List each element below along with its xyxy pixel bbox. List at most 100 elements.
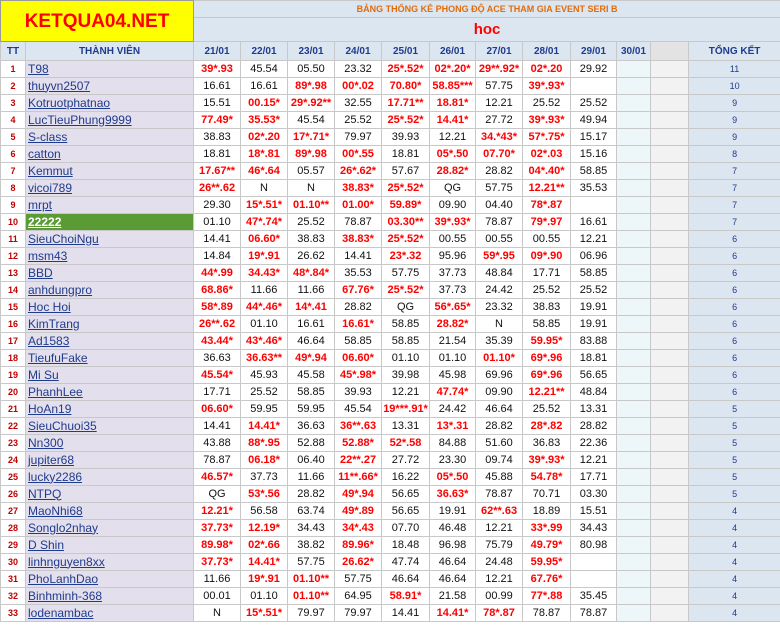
member-name-link[interactable]: Binhminh-368 [24, 587, 195, 605]
member-name-link[interactable]: catton [24, 145, 195, 163]
table-row: 29 D Shin 89.98* 02*.66 38.82 89.96* 18.48 96.9… [0, 536, 780, 554]
result-cell [616, 485, 652, 503]
result-cell [616, 383, 652, 401]
total-cell: 8 [688, 145, 780, 163]
result-cell: 16.22 [381, 468, 431, 486]
member-name-link[interactable]: MaoNhi68 [24, 502, 195, 520]
member-name-link[interactable]: SieuChoiNgu [24, 230, 195, 248]
member-name-link[interactable]: Kotruotphatnao [24, 94, 195, 112]
member-name-link[interactable]: PhoLanhDao [24, 570, 195, 588]
result-cell: 25.52 [334, 111, 383, 129]
member-name-link[interactable]: HoAn19 [24, 400, 195, 418]
member-name-link[interactable]: anhdungpro [24, 281, 195, 299]
member-name-link[interactable]: mrpt [24, 196, 195, 214]
result-cell: 23.30 [429, 451, 477, 469]
result-cell: 12.21* [193, 502, 242, 520]
spacer-cell [650, 77, 690, 95]
member-name-link[interactable]: msm43 [24, 247, 195, 265]
result-cell: 79.97 [287, 604, 336, 622]
result-cell: 12.21 [381, 383, 431, 401]
member-name-link[interactable]: Songlo2nhay [24, 519, 195, 537]
result-cell: 00.55 [429, 230, 477, 248]
table-row: 5 S-class 38.83 02*.20 17*.71* 79.97 39.93 12.2… [0, 128, 780, 146]
result-cell: 45.88 [475, 468, 524, 486]
result-cell: 14.84 [193, 247, 242, 265]
result-cell: 07.70* [475, 145, 524, 163]
header-date: 28/01 [522, 41, 572, 61]
table-row: 10 22222 01.10 47*.74* 25.52 78.87 03.30** 39*.… [0, 213, 780, 231]
row-number: 17 [0, 332, 26, 350]
result-cell: 13.31 [381, 417, 431, 435]
total-cell: 5 [688, 417, 780, 435]
result-cell: 52.88* [334, 434, 383, 452]
result-cell [570, 196, 618, 214]
result-cell: 49*.94 [334, 485, 383, 503]
result-cell: 12.21 [475, 94, 524, 112]
result-cell: 46*.64 [240, 162, 289, 180]
total-cell: 7 [688, 162, 780, 180]
result-cell: 17.71 [570, 468, 618, 486]
result-cell: 56*.65* [429, 298, 477, 316]
spacer-cell [650, 417, 690, 435]
member-name-link[interactable]: linhnguyen8xx [24, 553, 195, 571]
total-cell: 5 [688, 451, 780, 469]
member-name-link[interactable]: thuyvn2507 [24, 77, 195, 95]
member-name-link[interactable]: Mi Su [24, 366, 195, 384]
result-cell: 14.41 [193, 230, 242, 248]
member-name-link[interactable]: Hoc Hoi [24, 298, 195, 316]
member-name-link[interactable]: 22222 [24, 213, 195, 231]
result-cell: 39.93 [334, 383, 383, 401]
result-cell: 22**.27 [334, 451, 383, 469]
header-date: 27/01 [475, 41, 524, 61]
member-name-link[interactable]: SieuChuoi35 [24, 417, 195, 435]
site-logo[interactable]: KETQUA04.NET [0, 0, 195, 42]
result-cell: 00.15* [240, 94, 289, 112]
result-cell [616, 587, 652, 605]
result-cell [616, 247, 652, 265]
result-cell: N [240, 179, 289, 197]
header-date: 30/01 [616, 41, 652, 61]
result-cell: 28*.82 [522, 417, 572, 435]
member-name-link[interactable]: PhanhLee [24, 383, 195, 401]
member-name-link[interactable]: Ad1583 [24, 332, 195, 350]
result-cell: 26**.62 [193, 315, 242, 333]
member-name-link[interactable]: vicoi789 [24, 179, 195, 197]
member-name-link[interactable]: lucky2286 [24, 468, 195, 486]
member-name-link[interactable]: LucTieuPhung9999 [24, 111, 195, 129]
result-cell: 15.51 [193, 94, 242, 112]
member-name-link[interactable]: TieufuFake [24, 349, 195, 367]
table-row: 1 T98 39*.93 45.54 05.50 23.32 25*.52* 02*.20* 2… [0, 60, 780, 78]
table-row: 17 Ad1583 43.44* 43*.46* 46.64 58.85 58.85 21.5… [0, 332, 780, 350]
row-number: 6 [0, 145, 26, 163]
table-row: 23 Nn300 43.88 88*.95 52.88 52.88* 52*.58 84.88… [0, 434, 780, 452]
result-cell: 78.87 [193, 451, 242, 469]
member-name-link[interactable]: Nn300 [24, 434, 195, 452]
member-name-link[interactable]: jupiter68 [24, 451, 195, 469]
result-cell: 25*.52* [381, 60, 431, 78]
member-name-link[interactable]: NTPQ [24, 485, 195, 503]
row-number: 25 [0, 468, 26, 486]
result-cell: 89*.98 [287, 77, 336, 95]
table-row: 12 msm43 14.84 19*.91 26.62 14.41 23*.32 95.96 5… [0, 247, 780, 265]
result-cell: 00*.02 [334, 77, 383, 95]
result-cell: 57.75 [287, 553, 336, 571]
member-name-link[interactable]: BBD [24, 264, 195, 282]
member-name-link[interactable]: S-class [24, 128, 195, 146]
row-number: 30 [0, 553, 26, 571]
member-name-link[interactable]: KimTrang [24, 315, 195, 333]
spacer-cell [650, 298, 690, 316]
row-number: 33 [0, 604, 26, 622]
result-cell: 25.52 [522, 400, 572, 418]
table-row: 8 vicoi789 26**.62 N N 38.83* 25*.52* QG 57.75 12… [0, 179, 780, 197]
total-cell: 4 [688, 502, 780, 520]
result-cell: 19*.91 [240, 570, 289, 588]
member-name-link[interactable]: T98 [24, 60, 195, 78]
member-name-link[interactable]: lodenambac [24, 604, 195, 622]
header-date: 21/01 [193, 41, 242, 61]
result-cell: 39.98 [381, 366, 431, 384]
member-name-link[interactable]: Kemmut [24, 162, 195, 180]
result-cell: 68.86* [193, 281, 242, 299]
member-name-link[interactable]: D Shin [24, 536, 195, 554]
table-row: 33 lodenambac N 15*.51* 79.97 79.97 14.41 14.41… [0, 604, 780, 622]
result-cell: 25.52 [240, 383, 289, 401]
